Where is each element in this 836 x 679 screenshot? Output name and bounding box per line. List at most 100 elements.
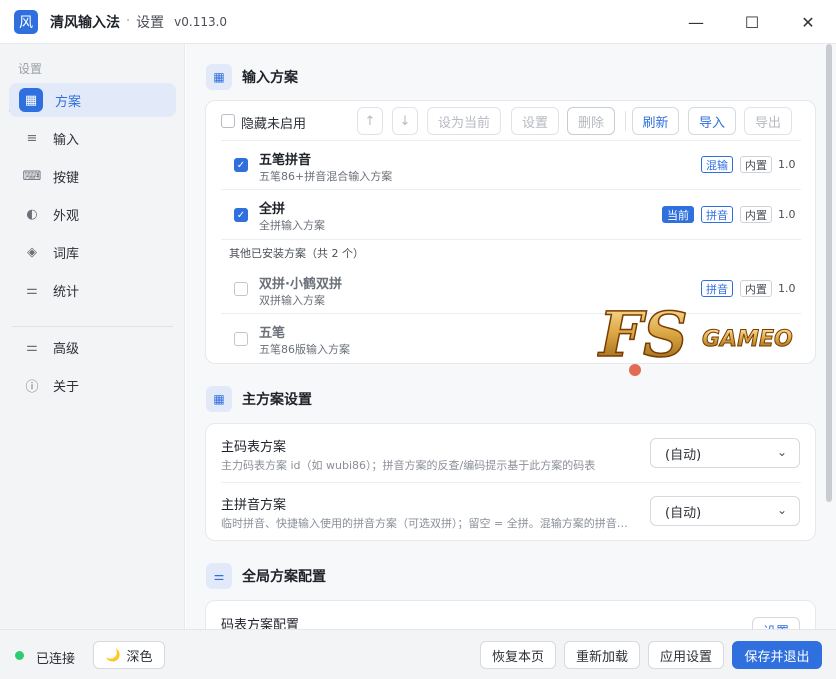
other-schemes-divider: 其他已安装方案（共 2 个） xyxy=(221,239,801,265)
global-config-card: 码表方案配置 设置 xyxy=(205,600,816,629)
button-label: 设置 xyxy=(521,115,548,131)
maximize-button[interactable]: ☐ xyxy=(724,0,780,44)
title-bar: 风 清风输入法 · 设置 v0.113.0 — ☐ ✕ xyxy=(0,0,836,44)
table-config-settings-button[interactable]: 设置 xyxy=(752,617,800,629)
scrollbar-thumb[interactable] xyxy=(826,44,832,502)
sidebar-item-dictionary[interactable]: ◈ 词库 xyxy=(9,235,176,269)
minimize-icon: — xyxy=(688,12,704,32)
scheme-tag: 拼音 xyxy=(701,206,733,223)
scheme-tag: 混输 xyxy=(701,156,733,173)
select-value: (自动) xyxy=(665,505,702,521)
scheme-name: 全拼 xyxy=(259,202,286,217)
refresh-button[interactable]: 刷新 xyxy=(632,107,679,135)
section-title: 主方案设置 xyxy=(242,392,312,408)
sidebar-item-advanced[interactable]: ⚌ 高级 xyxy=(9,330,176,364)
select-value: (自动) xyxy=(665,447,702,463)
sidebar: 设置 ▦ 方案 ≡ 输入 ⌨ 按键 ◐ 外观 ◈ 词库 ⚌ 统计 ⚌ 高级 ⓘ … xyxy=(0,44,185,629)
button-label: 重新加载 xyxy=(575,649,628,665)
setting-title: 码表方案配置 xyxy=(221,618,300,629)
title-separator: · xyxy=(126,14,131,29)
keyboard-icon: ⌨ xyxy=(22,168,42,184)
button-label: 导出 xyxy=(754,115,781,131)
scheme-settings-button[interactable]: 设置 xyxy=(511,107,559,135)
button-label: 导入 xyxy=(698,115,725,131)
connection-status: 已连接 xyxy=(36,652,76,667)
other-schemes-label: 其他已安装方案（共 2 个） xyxy=(229,247,364,260)
save-exit-button[interactable]: 保存并退出 xyxy=(732,641,822,669)
reload-button[interactable]: 重新加载 xyxy=(564,641,640,669)
moon-icon: 🌙 xyxy=(105,648,121,662)
sidebar-item-schemes[interactable]: ▦ 方案 xyxy=(9,83,176,117)
grid-icon: ▦ xyxy=(206,64,232,90)
scrollbar[interactable] xyxy=(822,44,836,629)
sidebar-item-keys[interactable]: ⌨ 按键 xyxy=(9,159,176,193)
status-dot xyxy=(15,651,24,660)
grid-icon: ▦ xyxy=(206,386,232,412)
sidebar-item-label: 按键 xyxy=(53,170,80,186)
app-icon: 风 xyxy=(14,9,38,34)
sidebar-item-appearance[interactable]: ◐ 外观 xyxy=(9,197,176,231)
apply-settings-button[interactable]: 应用设置 xyxy=(648,641,724,669)
window-page-title: 设置 xyxy=(136,14,165,31)
setting-title: 主拼音方案 xyxy=(221,498,287,513)
sidebar-item-stats[interactable]: ⚌ 统计 xyxy=(9,273,176,307)
scheme-desc: 五笔86+拼音混合输入方案 xyxy=(259,170,393,183)
watermark-mark: FS xyxy=(597,298,688,371)
main-pinyin-select[interactable]: (自动) ⌄ xyxy=(650,496,800,526)
move-up-button[interactable]: ↑ xyxy=(357,107,383,135)
chevron-down-icon: ⌄ xyxy=(776,503,787,517)
import-button[interactable]: 导入 xyxy=(688,107,736,135)
current-badge: 当前 xyxy=(662,206,694,223)
scheme-desc: 全拼输入方案 xyxy=(259,219,325,232)
scheme-checkbox[interactable] xyxy=(234,282,248,296)
setting-desc: 主力码表方案 id（如 wubi86）；拼音方案的反查/编码提示基于此方案的码表 xyxy=(221,459,596,472)
sidebar-divider xyxy=(12,326,173,327)
button-label: 深色 xyxy=(126,649,153,665)
scheme-checkbox[interactable]: ✓ xyxy=(234,208,248,222)
sidebar-item-about[interactable]: ⓘ 关于 xyxy=(9,368,176,402)
watermark-logo: FS GAMEO xyxy=(597,297,793,376)
move-down-button[interactable]: ↓ xyxy=(392,107,418,135)
button-label: 刷新 xyxy=(642,115,669,131)
sidebar-item-label: 方案 xyxy=(55,94,82,110)
button-label: 保存并退出 xyxy=(744,649,810,665)
dark-mode-button[interactable]: 🌙 深色 xyxy=(93,641,165,669)
layers-icon: ◈ xyxy=(27,244,37,260)
export-button[interactable]: 导出 xyxy=(744,107,792,135)
sliders-icon: ⚌ xyxy=(206,563,232,589)
minimize-button[interactable]: — xyxy=(668,0,724,44)
scheme-checkbox[interactable]: ✓ xyxy=(234,158,248,172)
setting-desc: 临时拼音、快捷输入使用的拼音方案（可选双拼）；留空 = 全拼。混输方案的拼音… xyxy=(221,517,628,530)
sidebar-item-label: 高级 xyxy=(53,341,80,357)
restore-page-button[interactable]: 恢复本页 xyxy=(480,641,556,669)
hide-disabled-checkbox[interactable] xyxy=(221,114,235,128)
sidebar-item-label: 输入 xyxy=(53,132,80,148)
main-table-select[interactable]: (自动) ⌄ xyxy=(650,438,800,468)
scheme-desc: 五笔86版输入方案 xyxy=(259,343,350,356)
sliders-icon: ⚌ xyxy=(26,282,38,298)
sidebar-item-label: 统计 xyxy=(53,284,80,300)
sidebar-item-label: 词库 xyxy=(53,246,80,262)
scheme-version: 1.0 xyxy=(778,208,796,221)
sidebar-item-label: 关于 xyxy=(53,379,80,395)
watermark-text: GAMEO xyxy=(702,327,793,352)
main-settings-card: 主码表方案 主力码表方案 id（如 wubi86）；拼音方案的反查/编码提示基于… xyxy=(205,423,816,541)
scheme-row[interactable]: ✓ 全拼 全拼输入方案 当前 拼音 内置 1.0 xyxy=(221,189,801,239)
sidebar-item-label: 外观 xyxy=(53,208,80,224)
button-label: 设为当前 xyxy=(437,115,490,131)
sidebar-item-input[interactable]: ≡ 输入 xyxy=(9,121,176,155)
builtin-tag: 内置 xyxy=(740,156,772,173)
close-button[interactable]: ✕ xyxy=(780,0,836,44)
row-divider xyxy=(221,482,801,483)
button-label: 恢复本页 xyxy=(491,649,544,665)
delete-button[interactable]: 删除 xyxy=(567,107,615,135)
app-name: 清风输入法 xyxy=(50,14,120,31)
set-current-button[interactable]: 设为当前 xyxy=(427,107,501,135)
section-title: 输入方案 xyxy=(242,70,298,86)
scheme-row[interactable]: ✓ 五笔拼音 五笔86+拼音混合输入方案 混输 内置 1.0 xyxy=(221,140,801,188)
scheme-name: 双拼·小鹤双拼 xyxy=(259,277,342,292)
watermark-dot xyxy=(629,364,641,376)
scheme-checkbox[interactable] xyxy=(234,332,248,346)
setting-title: 主码表方案 xyxy=(221,440,287,455)
sidebar-heading: 设置 xyxy=(18,62,43,76)
